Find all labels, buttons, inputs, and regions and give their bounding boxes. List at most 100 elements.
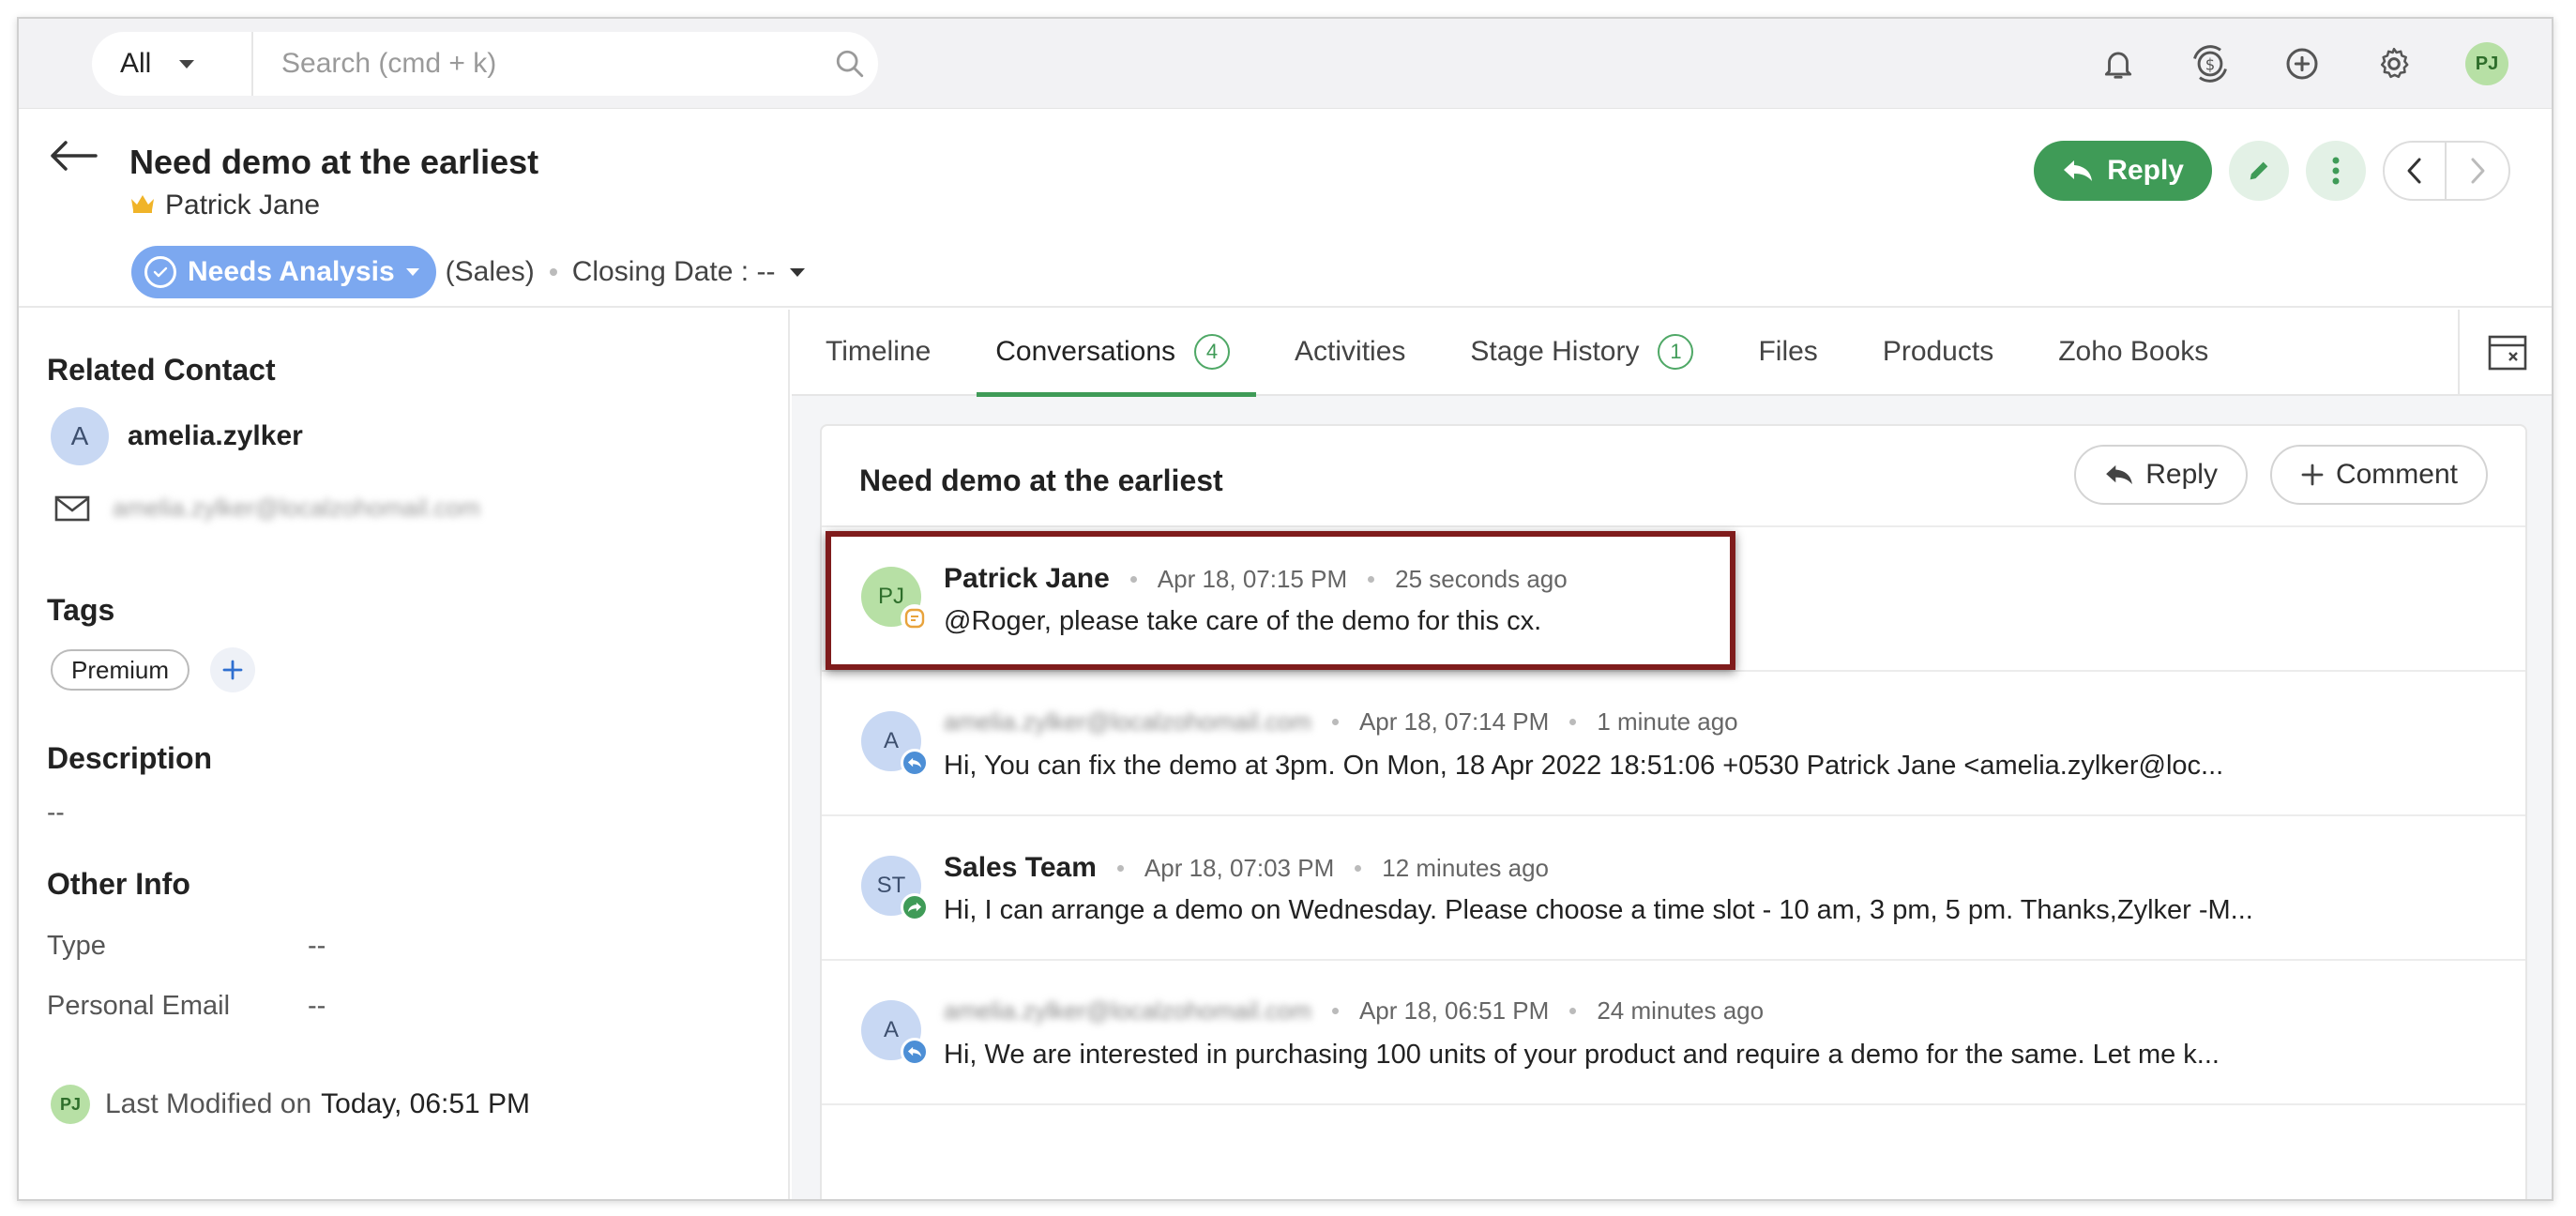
pencil-icon	[2250, 161, 2268, 180]
next-record-button[interactable]	[2447, 143, 2508, 199]
conversation-item[interactable]: A amelia.zylker@localzohomail.com Apr 18…	[822, 672, 2525, 816]
incoming-reply-icon	[901, 1038, 929, 1066]
sender-avatar: ST	[861, 856, 929, 921]
back-arrow-icon[interactable]	[47, 137, 103, 175]
tab-label: Conversations	[995, 336, 1176, 367]
message-ago: 24 minutes ago	[1597, 996, 1765, 1025]
related-contact[interactable]: A amelia.zylker	[51, 407, 303, 465]
sender-avatar: A	[861, 1000, 929, 1066]
avatar-initials: A	[883, 728, 899, 753]
conversation-item[interactable]: A amelia.zylker@localzohomail.com Apr 18…	[822, 961, 2525, 1105]
details-panel: Related Contact A amelia.zylker amelia.z…	[19, 310, 790, 1199]
last-modified-value: Today, 06:51 PM	[321, 1088, 531, 1119]
reply-button[interactable]: Reply	[2034, 141, 2212, 201]
currency-refresh-icon[interactable]: $	[2188, 41, 2233, 86]
contact-email-row: amelia.zylker@localzohomail.com	[54, 494, 480, 523]
chevron-down-icon[interactable]	[790, 267, 806, 277]
message-snippet: Hi, I can arrange a demo on Wednesday. P…	[944, 895, 2253, 925]
conversation-thread: Need demo at the earliest Reply Comment …	[820, 424, 2527, 1199]
conversation-panel: Timeline Conversations 4 Activities Stage…	[792, 309, 2552, 1199]
tab-label: Timeline	[826, 336, 932, 367]
tab-bar: Timeline Conversations 4 Activities Stage…	[792, 309, 2552, 397]
tab-count-badge: 1	[1658, 334, 1694, 370]
sender-avatar: A	[861, 711, 929, 777]
other-info-title: Other Info	[47, 867, 190, 901]
sender-avatar: PJ	[861, 567, 929, 632]
tab-timeline[interactable]: Timeline	[826, 309, 953, 395]
separator-dot	[1569, 719, 1577, 725]
message-snippet: @Roger, please take care of the demo for…	[944, 606, 1542, 636]
top-icons: $ PJ	[2049, 19, 2552, 109]
bell-icon[interactable]	[2096, 41, 2141, 86]
tab-files[interactable]: Files	[1758, 309, 1840, 395]
comment-label: Comment	[2335, 459, 2458, 490]
separator-dot	[1368, 575, 1375, 583]
sender-name: Sales Team	[944, 852, 1097, 883]
last-modified-label: Last Modified on	[105, 1088, 312, 1119]
message-date: Apr 18, 07:14 PM	[1358, 707, 1550, 736]
message-header: Patrick Jane Apr 18, 07:15 PM 25 seconds…	[944, 563, 1568, 595]
last-modified: PJ Last Modified on Today, 06:51 PM	[51, 1085, 530, 1124]
tab-label: Zoho Books	[2058, 336, 2209, 367]
tag-chip[interactable]: Premium	[51, 649, 190, 691]
search-input[interactable]	[253, 32, 822, 96]
message-ago: 1 minute ago	[1597, 707, 1738, 736]
panel-layout-icon[interactable]	[2458, 310, 2552, 396]
modifier-avatar: PJ	[51, 1085, 90, 1124]
message-date: Apr 18, 07:03 PM	[1144, 853, 1335, 882]
comment-button[interactable]: Comment	[2269, 445, 2488, 505]
tab-conversations[interactable]: Conversations 4	[977, 309, 1256, 397]
separator-dot	[549, 268, 557, 276]
conversation-item[interactable]: PJ Patrick Jane Apr 18, 07:15 PM 25 seco…	[822, 527, 2525, 672]
app-window: All $ PJ Ne	[17, 17, 2553, 1201]
search-scope-select[interactable]: All	[92, 32, 253, 96]
search-icon[interactable]	[822, 32, 878, 96]
thread-reply-button[interactable]: Reply	[2074, 445, 2248, 505]
message-header: amelia.zylker@localzohomail.com Apr 18, …	[944, 707, 1738, 737]
type-label: Type	[47, 931, 106, 961]
description-title: Description	[47, 741, 213, 775]
highlight-box	[826, 531, 1735, 670]
tab-count-badge: 4	[1194, 334, 1231, 370]
tab-stage-history[interactable]: Stage History 1	[1470, 309, 1716, 395]
pipeline-label: (Sales)	[445, 256, 535, 287]
tab-zoho-books[interactable]: Zoho Books	[2058, 309, 2231, 395]
add-circle-icon[interactable]	[2280, 41, 2325, 86]
user-avatar[interactable]: PJ	[2465, 42, 2508, 85]
sender-email: amelia.zylker@localzohomail.com	[944, 707, 1311, 736]
gear-icon[interactable]	[2371, 41, 2417, 86]
previous-record-button[interactable]	[2385, 143, 2447, 199]
message-ago: 25 seconds ago	[1395, 564, 1568, 593]
add-tag-button[interactable]	[210, 647, 256, 692]
reply-icon	[2106, 464, 2133, 485]
tab-products[interactable]: Products	[1883, 309, 2016, 395]
contact-email[interactable]: amelia.zylker@localzohomail.com	[113, 494, 480, 523]
closing-date[interactable]: Closing Date : --	[572, 256, 776, 288]
chevron-down-icon	[179, 59, 195, 68]
contact-name[interactable]: amelia.zylker	[128, 420, 303, 452]
edit-button[interactable]	[2229, 141, 2289, 201]
global-search: All	[92, 32, 878, 96]
sender-name: Patrick Jane	[944, 563, 1110, 594]
crown-icon	[129, 190, 156, 221]
kebab-icon	[2332, 157, 2340, 185]
tags-row: Premium	[51, 647, 256, 692]
thread-actions: Reply Comment	[2052, 445, 2488, 505]
svg-text:$: $	[2205, 55, 2216, 73]
page-title: Need demo at the earliest	[129, 143, 539, 181]
stage-label: Needs Analysis	[188, 256, 395, 287]
conversation-item[interactable]: ST Sales Team Apr 18, 07:03 PM 12 minute…	[822, 816, 2525, 961]
chevron-down-icon	[405, 268, 419, 276]
separator-dot	[1569, 1008, 1577, 1014]
tags-title: Tags	[47, 593, 115, 627]
tab-activities[interactable]: Activities	[1295, 309, 1428, 395]
record-navigation	[2383, 141, 2510, 201]
personal-email-label: Personal Email	[47, 991, 231, 1021]
more-options-button[interactable]	[2306, 141, 2366, 201]
personal-email-value: --	[308, 991, 326, 1021]
stage-select[interactable]: Needs Analysis	[131, 246, 436, 298]
deal-header: Need demo at the earliest Patrick Jane N…	[19, 109, 2552, 308]
tab-label: Stage History	[1470, 336, 1640, 367]
separator-dot	[1331, 719, 1339, 725]
message-header: Sales Team Apr 18, 07:03 PM 12 minutes a…	[944, 852, 1549, 884]
